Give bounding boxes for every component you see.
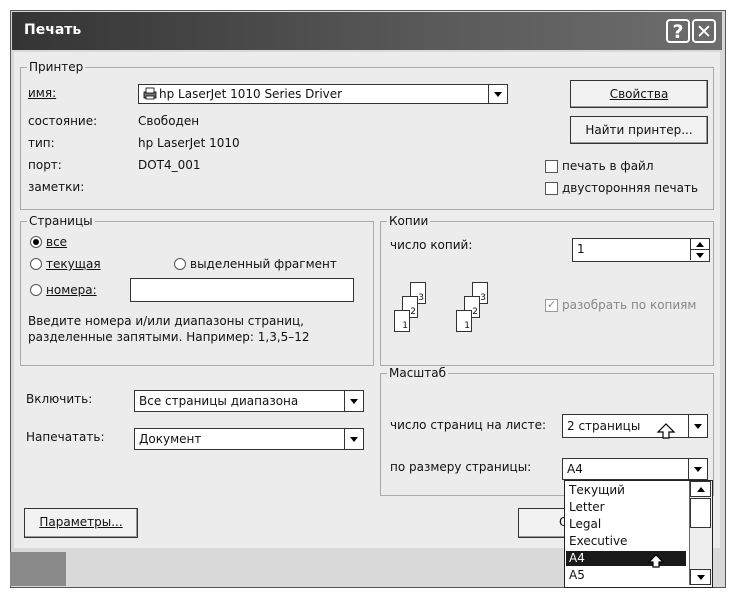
printer-name-select[interactable]: hp LaserJet 1010 Series Driver [138, 84, 508, 104]
port-value: DOT4_001 [138, 158, 201, 172]
window-title: Печать [24, 22, 82, 38]
printer-icon [143, 87, 157, 100]
collate-illustration-1: 3 2 1 [388, 282, 448, 352]
dialog-body: Принтер имя: hp LaserJet 1010 Series Dri… [14, 52, 720, 548]
pages-selection-radio[interactable] [174, 258, 186, 270]
collate-checkbox[interactable]: ✓ [545, 299, 558, 312]
close-button[interactable]: ✕ [692, 19, 716, 43]
status-label: состояние: [28, 114, 98, 128]
copies-count-spinner[interactable]: 1 [572, 238, 710, 262]
printer-name-value: hp LaserJet 1010 Series Driver [159, 87, 343, 101]
dropdown-option-a5[interactable]: A5 [566, 568, 686, 583]
dropdown-option-letter[interactable]: Letter [566, 500, 686, 515]
fit-to-page-label: по размеру страницы: [390, 460, 532, 474]
taskbar-block [10, 552, 66, 586]
chevron-down-icon [688, 459, 707, 479]
scroll-up-icon[interactable] [690, 481, 711, 497]
find-printer-button[interactable]: Найти принтер... [570, 116, 708, 144]
chevron-down-icon [488, 85, 507, 103]
notes-label: заметки: [28, 180, 85, 194]
dropdown-option-a4[interactable]: A4 [566, 551, 686, 566]
printer-name-label: имя: [28, 86, 57, 100]
mouse-pointer-icon [656, 422, 678, 443]
scroll-thumb[interactable] [690, 498, 711, 528]
include-label: Включить: [26, 392, 93, 406]
print-what-select[interactable]: Документ [134, 428, 364, 450]
chevron-down-icon [344, 429, 363, 449]
title-bar: Печать ? ✕ [12, 12, 722, 50]
type-value: hp LaserJet 1010 [138, 136, 240, 150]
pages-numbers-label: номера: [46, 283, 97, 297]
pages-numbers-radio[interactable] [30, 284, 42, 296]
pages-hint-line1: Введите номера и/или диапазоны страниц, [28, 314, 304, 328]
page-numbers-input[interactable] [130, 278, 354, 302]
fit-to-page-value: A4 [567, 462, 583, 476]
include-value: Все страницы диапазона [139, 394, 299, 408]
copies-legend: Копии [389, 214, 429, 228]
chevron-down-icon [688, 415, 707, 437]
type-label: тип: [28, 136, 55, 150]
fit-to-page-select[interactable]: A4 [562, 458, 708, 480]
copies-count-label: число копий: [390, 238, 473, 252]
pages-legend: Страницы [29, 214, 93, 228]
options-button[interactable]: Параметры... [24, 508, 138, 538]
close-icon: ✕ [696, 21, 712, 43]
dropdown-option-current[interactable]: Текущий [566, 483, 686, 498]
printer-legend: Принтер [29, 60, 84, 74]
scale-legend: Масштаб [389, 366, 447, 380]
status-value: Свободен [138, 114, 200, 128]
print-to-file-checkbox[interactable] [545, 160, 558, 173]
spin-up-icon[interactable] [690, 239, 709, 250]
chevron-down-icon [344, 391, 363, 411]
port-label: порт: [28, 158, 62, 172]
pages-hint-line2: разделенные запятыми. Например: 1,3,5–12 [28, 330, 310, 344]
dropdown-option-executive[interactable]: Executive [566, 534, 686, 549]
pages-per-sheet-select[interactable]: 2 страницы [562, 414, 708, 438]
duplex-checkbox[interactable] [545, 182, 558, 195]
print-what-value: Документ [139, 432, 202, 446]
pages-per-sheet-label: число страниц на листе: [390, 418, 546, 432]
pages-selection-label: выделенный фрагмент [190, 257, 337, 271]
dropdown-option-legal[interactable]: Legal [566, 517, 686, 532]
paper-size-dropdown-list[interactable]: Текущий Letter Legal Executive A4 A5 [564, 480, 713, 588]
properties-button[interactable]: Свойства [570, 80, 708, 108]
pages-all-label: все [46, 235, 68, 249]
dropdown-scrollbar[interactable] [689, 481, 712, 585]
page-icon-1: 1 [394, 310, 410, 332]
copies-count-value: 1 [577, 242, 585, 256]
print-to-file-label: печать в файл [562, 159, 654, 173]
mouse-pointer-icon [647, 553, 667, 572]
include-select[interactable]: Все страницы диапазона [134, 390, 364, 412]
collate-label: разобрать по копиям [562, 298, 697, 312]
pages-all-radio[interactable] [30, 236, 42, 248]
collate-illustration-2: 3 2 1 [450, 282, 510, 352]
pages-current-radio[interactable] [30, 258, 42, 270]
page-icon-1: 1 [456, 310, 472, 332]
print-what-label: Напечатать: [26, 430, 105, 444]
help-button[interactable]: ? [666, 19, 690, 43]
pages-current-label: текущая [46, 257, 101, 271]
scroll-down-icon[interactable] [690, 569, 711, 585]
spin-down-icon[interactable] [690, 250, 709, 260]
pages-per-sheet-value: 2 страницы [567, 419, 641, 433]
duplex-label: двусторонняя печать [562, 181, 699, 195]
